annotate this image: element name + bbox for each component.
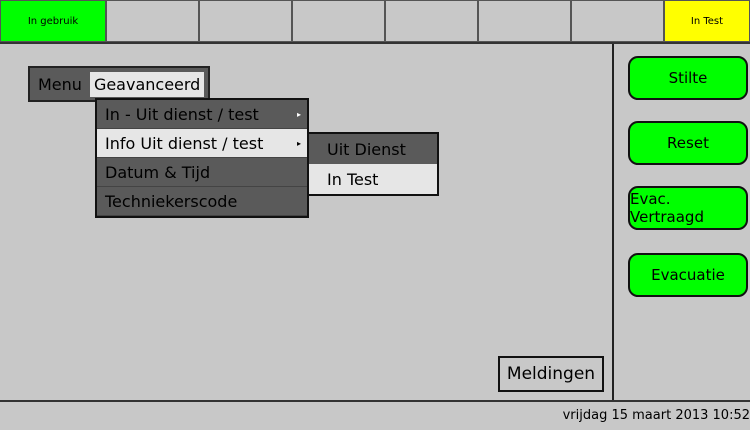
reset-button[interactable]: Reset xyxy=(628,121,748,165)
submenu-item-label: Uit Dienst xyxy=(327,139,406,159)
submenu-arrow-icon: ▸ xyxy=(296,138,301,148)
top-status-bar: In gebruik In Test xyxy=(0,0,750,44)
status-in-test-label: In Test xyxy=(690,15,724,27)
submenu-arrow-icon: ▸ xyxy=(296,109,301,119)
status-cell-empty-3 xyxy=(292,0,385,42)
advanced-dropdown-menu: In - Uit dienst / test ▸ Info Uit dienst… xyxy=(95,98,309,218)
submenu-item-in-test[interactable]: In Test xyxy=(309,164,437,194)
info-submenu: Uit Dienst In Test xyxy=(307,132,439,196)
menu-item-label: Datum & Tijd xyxy=(105,162,211,182)
evacuatie-button[interactable]: Evacuatie xyxy=(628,253,748,297)
action-panel: Stilte Reset Evac. Vertraagd Evacuatie xyxy=(612,44,750,400)
meldingen-button[interactable]: Meldingen xyxy=(498,356,604,392)
status-cell-empty-4 xyxy=(385,0,478,42)
status-cell-empty-1 xyxy=(106,0,199,42)
menu-item-label: Techniekerscode xyxy=(105,191,238,211)
status-in-gebruik: In gebruik xyxy=(0,0,106,42)
meldingen-label: Meldingen xyxy=(506,364,596,384)
menu-label[interactable]: Menu xyxy=(34,72,86,97)
menu-item-datum-tijd[interactable]: Datum & Tijd xyxy=(97,158,307,187)
menu-bar: Menu Geavanceerd xyxy=(28,66,211,102)
menu-item-label: Info Uit dienst / test xyxy=(105,133,264,153)
stilte-button[interactable]: Stilte xyxy=(628,56,748,100)
menu-item-techniekerscode[interactable]: Techniekerscode xyxy=(97,187,307,216)
main-area: Menu Geavanceerd In - Uit dienst / test … xyxy=(0,44,612,400)
menu-item-label: In - Uit dienst / test xyxy=(105,104,259,124)
menu-item-in-uit-dienst-test[interactable]: In - Uit dienst / test ▸ xyxy=(97,100,307,129)
evac-vertraagd-label: Evac. Vertraagd xyxy=(630,190,704,226)
status-in-test: In Test xyxy=(664,0,750,42)
evacuatie-label: Evacuatie xyxy=(651,266,725,284)
date-time-display: vrijdag 15 maart 2013 10:52 xyxy=(562,408,750,423)
submenu-item-label: In Test xyxy=(327,169,379,189)
status-cell-empty-2 xyxy=(199,0,292,42)
status-in-gebruik-label: In gebruik xyxy=(27,15,79,27)
menu-item-info-uit-dienst-test[interactable]: Info Uit dienst / test ▸ xyxy=(97,129,307,158)
status-cell-empty-5 xyxy=(478,0,571,42)
stilte-label: Stilte xyxy=(668,69,708,87)
menu-item-geavanceerd[interactable]: Geavanceerd xyxy=(89,71,205,97)
submenu-item-uit-dienst[interactable]: Uit Dienst xyxy=(309,134,437,164)
bottom-status-bar: vrijdag 15 maart 2013 10:52 xyxy=(0,400,750,430)
evac-vertraagd-button[interactable]: Evac. Vertraagd xyxy=(628,186,748,230)
status-cell-empty-6 xyxy=(571,0,664,42)
reset-label: Reset xyxy=(667,134,709,152)
